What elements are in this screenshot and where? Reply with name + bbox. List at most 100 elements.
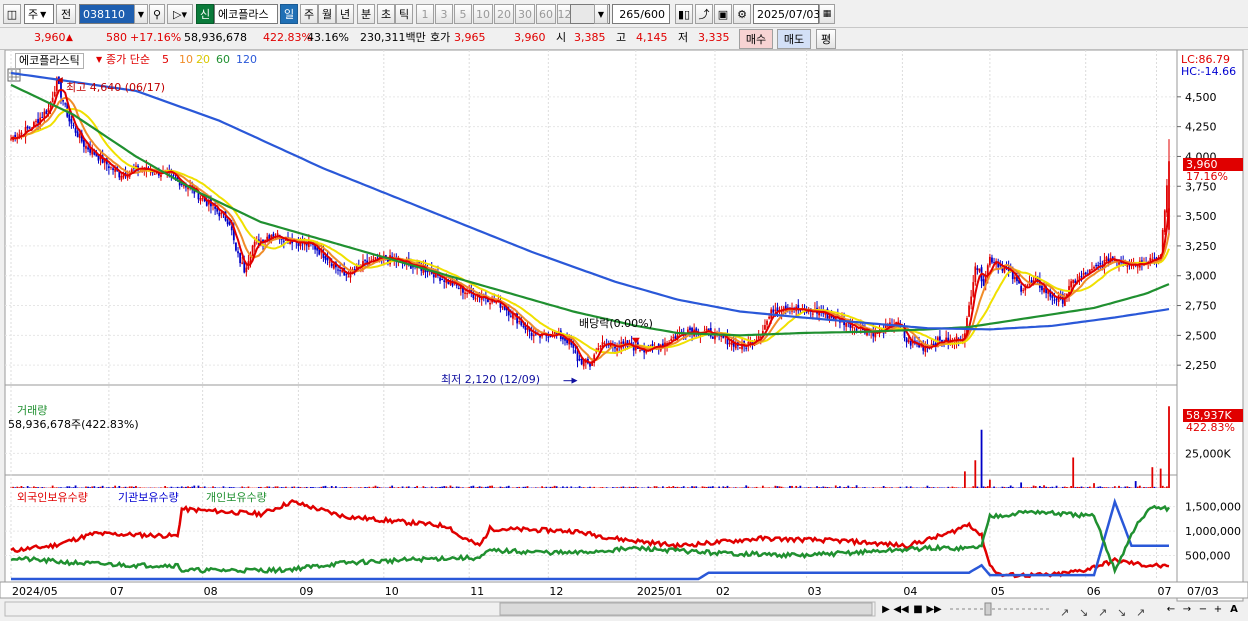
sell-button[interactable]: 매도: [777, 29, 811, 49]
period-tab-6[interactable]: 틱: [395, 4, 413, 24]
period-tab-0[interactable]: 일: [280, 4, 298, 24]
plus-icon[interactable]: +: [1211, 601, 1225, 617]
volume-bar: [1007, 486, 1010, 488]
candle-body: [443, 280, 446, 282]
volume-bar: [176, 486, 179, 488]
volume-bar: [93, 486, 96, 488]
volume-bar: [1118, 485, 1120, 488]
volume-bar: [574, 487, 577, 488]
volume-bar: [487, 486, 489, 488]
time-axis-bg: [0, 581, 1248, 599]
candle-body: [616, 348, 618, 351]
drawing-tool-icon[interactable]: ⤴: [695, 4, 713, 24]
code-dropdown-icon[interactable]: ▼: [134, 4, 148, 24]
volume-bar: [909, 486, 912, 488]
interval-tab-5[interactable]: 5: [454, 4, 472, 24]
volume-bar: [516, 487, 519, 488]
volume-bar: [1111, 487, 1114, 488]
volume-bar: [632, 486, 635, 488]
gear-icon[interactable]: ⚙: [733, 4, 751, 24]
volume-bar: [734, 487, 737, 488]
chart-layout-icon[interactable]: ◫: [3, 4, 21, 24]
candle-type-icon[interactable]: ▮▯: [675, 4, 693, 24]
candle-body: [1051, 295, 1054, 299]
period-tab-4[interactable]: 분: [357, 4, 375, 24]
search-icon[interactable]: ⚲: [149, 4, 165, 24]
candle-body: [582, 360, 585, 367]
volume-bar: [1143, 486, 1145, 488]
stock-code-input[interactable]: 038110: [79, 4, 135, 24]
calendar-icon[interactable]: ▦: [819, 4, 835, 24]
volume-bar: [741, 487, 743, 488]
interval-tab-10[interactable]: 10: [473, 4, 493, 24]
credit-badge: 신: [196, 4, 214, 24]
page-forward-icon[interactable]: ▶▶: [926, 601, 941, 617]
price-tick-label: 4,500: [1185, 91, 1217, 104]
speaker-icon[interactable]: ▷▾: [167, 4, 193, 24]
data-count-field[interactable]: 265/600: [612, 4, 670, 24]
eval-button[interactable]: 평: [816, 29, 836, 49]
candle-body: [45, 110, 48, 114]
candle-body: [332, 263, 335, 269]
market-type-select[interactable]: 주 ▼: [24, 4, 54, 24]
interval-tab-60[interactable]: 60: [536, 4, 556, 24]
time-tick-label: 04: [903, 585, 917, 598]
price-tick-label: 4,250: [1185, 121, 1217, 134]
volume-bar: [1074, 487, 1077, 488]
volume-bar: [185, 486, 187, 488]
volume-bar: [1034, 486, 1037, 488]
scroll-right-icon[interactable]: ▶: [879, 601, 893, 617]
candle-body: [282, 240, 285, 242]
volume-bar: [18, 487, 21, 488]
volume-bar: [718, 486, 721, 488]
volume-bar: [936, 487, 939, 488]
stock-name-field[interactable]: 에코플라스: [214, 4, 278, 24]
interval-tab-20[interactable]: 20: [494, 4, 514, 24]
interval-tab-30[interactable]: 30: [515, 4, 535, 24]
volume-bar: [97, 486, 100, 488]
volume-bar: [857, 487, 860, 488]
stop-icon[interactable]: ■: [911, 601, 925, 617]
volume-bar: [170, 486, 173, 488]
volume-bar: [805, 487, 808, 488]
volume-bar: [1105, 487, 1108, 488]
volume-bar: [260, 486, 262, 488]
zoom-in-icon[interactable]: →: [1180, 601, 1194, 617]
minus-icon[interactable]: −: [1196, 601, 1210, 617]
zoom-out-icon[interactable]: ←: [1164, 601, 1178, 617]
volume-bar: [326, 487, 329, 488]
period-tab-3[interactable]: 년: [336, 4, 354, 24]
price-tick-label: 3,500: [1185, 210, 1217, 223]
page-back-icon[interactable]: ◀◀: [893, 601, 908, 617]
stock-chart[interactable]: 2024/05 07 08 09 10 11 12 2025/01 02 03 04 05 06 07 07…: [0, 50, 1248, 621]
volume-bar: [522, 486, 525, 488]
font-size-icon[interactable]: A: [1227, 601, 1241, 617]
volume-bar: [755, 486, 758, 488]
chevron-down-icon[interactable]: ▼: [594, 4, 608, 24]
volume-bar: [874, 487, 877, 488]
period-tab-1[interactable]: 주: [300, 4, 318, 24]
volume-bar: [1080, 486, 1083, 488]
market-type-value: 주: [28, 8, 39, 21]
volume-bar: [58, 487, 60, 488]
candle-body: [457, 287, 460, 289]
candle-body: [811, 313, 814, 315]
candle-body: [599, 345, 602, 347]
date-field[interactable]: 2025/07/03: [753, 4, 820, 24]
period-tab-2[interactable]: 월: [318, 4, 336, 24]
save-icon[interactable]: ▣: [714, 4, 732, 24]
prev-button[interactable]: 전: [56, 4, 76, 24]
interval-tab-3[interactable]: 3: [435, 4, 453, 24]
candle-body: [851, 325, 854, 328]
volume-bar: [911, 487, 914, 488]
volume-bar: [824, 486, 827, 488]
period-tab-5[interactable]: 초: [377, 4, 395, 24]
volume-bar: [422, 486, 425, 488]
interval-tab-1[interactable]: 1: [416, 4, 434, 24]
buy-button[interactable]: 매수: [739, 29, 773, 49]
volume-bar: [341, 487, 344, 488]
volume-bar: [101, 485, 104, 488]
volume-pct-tag: 422.83%: [1186, 421, 1235, 434]
volume-bar: [526, 486, 529, 488]
volume-bar: [314, 487, 316, 488]
